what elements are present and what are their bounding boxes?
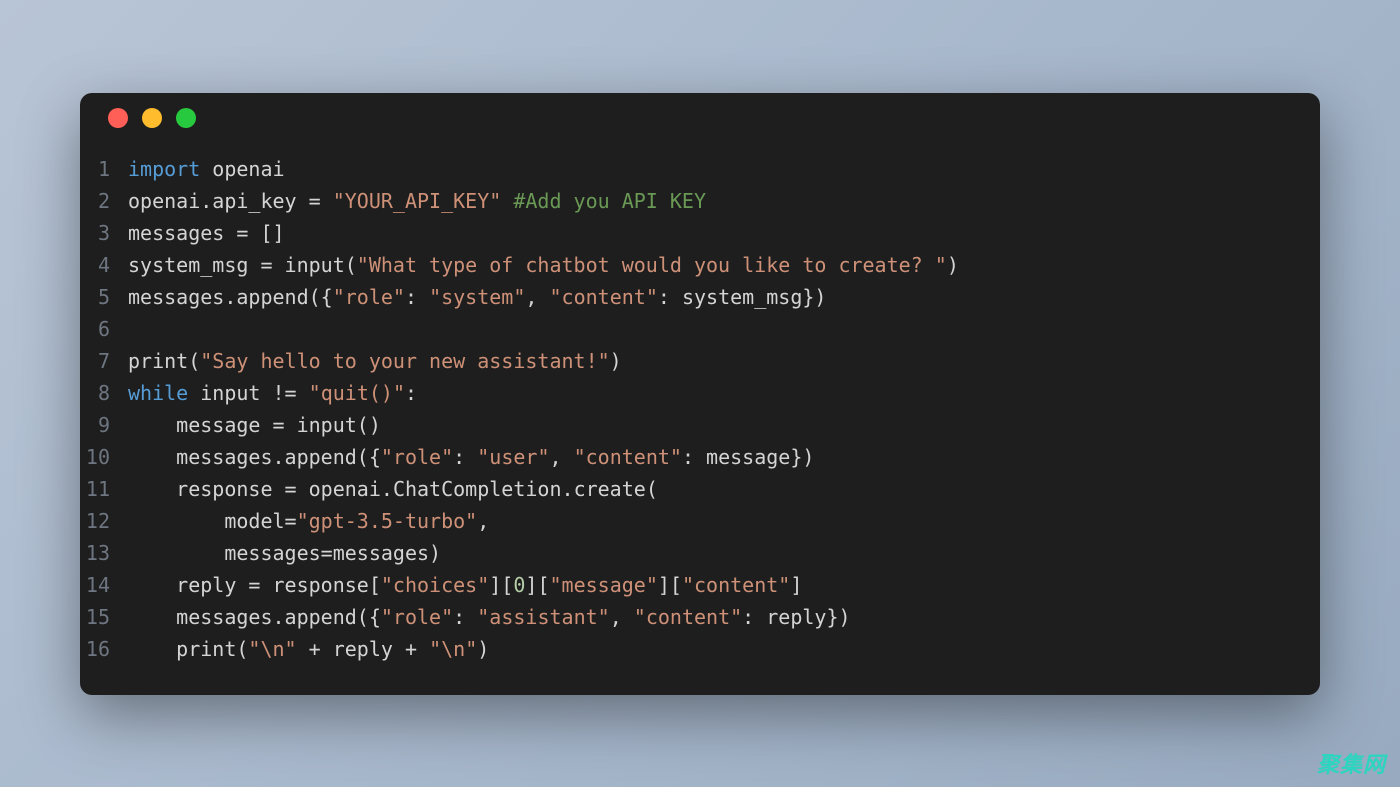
line-content: messages = [] bbox=[128, 217, 1320, 249]
code-line[interactable]: 7print("Say hello to your new assistant!… bbox=[80, 345, 1320, 377]
code-line[interactable]: 16 print("\n" + reply + "\n") bbox=[80, 633, 1320, 665]
line-number: 1 bbox=[80, 153, 128, 185]
line-number: 6 bbox=[80, 313, 128, 345]
line-content: print("\n" + reply + "\n") bbox=[128, 633, 1320, 665]
line-content: messages.append({"role": "user", "conten… bbox=[128, 441, 1320, 473]
line-number: 16 bbox=[80, 633, 128, 665]
line-content bbox=[128, 313, 1320, 345]
line-number: 8 bbox=[80, 377, 128, 409]
code-editor-window: 1import openai2openai.api_key = "YOUR_AP… bbox=[80, 93, 1320, 695]
line-content: while input != "quit()": bbox=[128, 377, 1320, 409]
code-line[interactable]: 15 messages.append({"role": "assistant",… bbox=[80, 601, 1320, 633]
line-content: reply = response["choices"][0]["message"… bbox=[128, 569, 1320, 601]
code-line[interactable]: 1import openai bbox=[80, 153, 1320, 185]
code-line[interactable]: 2openai.api_key = "YOUR_API_KEY" #Add yo… bbox=[80, 185, 1320, 217]
code-line[interactable]: 10 messages.append({"role": "user", "con… bbox=[80, 441, 1320, 473]
code-line[interactable]: 13 messages=messages) bbox=[80, 537, 1320, 569]
line-content: import openai bbox=[128, 153, 1320, 185]
code-line[interactable]: 14 reply = response["choices"][0]["messa… bbox=[80, 569, 1320, 601]
line-number: 10 bbox=[80, 441, 128, 473]
line-number: 4 bbox=[80, 249, 128, 281]
line-number: 11 bbox=[80, 473, 128, 505]
line-content: messages=messages) bbox=[128, 537, 1320, 569]
line-content: system_msg = input("What type of chatbot… bbox=[128, 249, 1320, 281]
window-titlebar bbox=[80, 93, 1320, 143]
line-content: messages.append({"role": "system", "cont… bbox=[128, 281, 1320, 313]
line-number: 12 bbox=[80, 505, 128, 537]
maximize-traffic-light-icon[interactable] bbox=[176, 108, 196, 128]
line-content: openai.api_key = "YOUR_API_KEY" #Add you… bbox=[128, 185, 1320, 217]
minimize-traffic-light-icon[interactable] bbox=[142, 108, 162, 128]
line-number: 15 bbox=[80, 601, 128, 633]
code-line[interactable]: 5messages.append({"role": "system", "con… bbox=[80, 281, 1320, 313]
code-line[interactable]: 9 message = input() bbox=[80, 409, 1320, 441]
code-line[interactable]: 12 model="gpt-3.5-turbo", bbox=[80, 505, 1320, 537]
line-number: 7 bbox=[80, 345, 128, 377]
line-content: model="gpt-3.5-turbo", bbox=[128, 505, 1320, 537]
line-number: 14 bbox=[80, 569, 128, 601]
line-number: 9 bbox=[80, 409, 128, 441]
code-line[interactable]: 8while input != "quit()": bbox=[80, 377, 1320, 409]
code-line[interactable]: 6 bbox=[80, 313, 1320, 345]
line-number: 3 bbox=[80, 217, 128, 249]
line-number: 13 bbox=[80, 537, 128, 569]
line-number: 2 bbox=[80, 185, 128, 217]
code-line[interactable]: 3messages = [] bbox=[80, 217, 1320, 249]
code-line[interactable]: 4system_msg = input("What type of chatbo… bbox=[80, 249, 1320, 281]
watermark-text: 聚集网 bbox=[1317, 747, 1386, 779]
line-content: response = openai.ChatCompletion.create( bbox=[128, 473, 1320, 505]
line-number: 5 bbox=[80, 281, 128, 313]
code-area[interactable]: 1import openai2openai.api_key = "YOUR_AP… bbox=[80, 143, 1320, 675]
code-line[interactable]: 11 response = openai.ChatCompletion.crea… bbox=[80, 473, 1320, 505]
line-content: message = input() bbox=[128, 409, 1320, 441]
close-traffic-light-icon[interactable] bbox=[108, 108, 128, 128]
line-content: messages.append({"role": "assistant", "c… bbox=[128, 601, 1320, 633]
line-content: print("Say hello to your new assistant!"… bbox=[128, 345, 1320, 377]
